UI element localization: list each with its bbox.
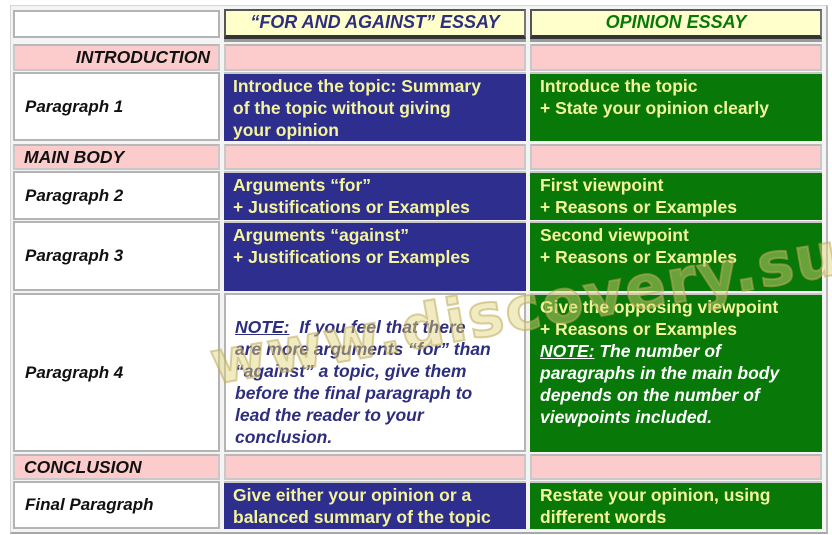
- text-line: “against” a topic, give them: [235, 361, 467, 381]
- row-label-final-paragraph: Final Paragraph: [13, 481, 220, 529]
- for-against-paragraph-2: Arguments “for” + Justifications or Exam…: [224, 171, 526, 220]
- text-line: Arguments “for”: [233, 175, 372, 195]
- text-line: Give the opposing viewpoint: [540, 297, 779, 317]
- text-line: + Reasons or Examples: [540, 197, 737, 217]
- text-line: + Reasons or Examples: [540, 247, 737, 267]
- section-conclusion-col2: [224, 454, 526, 480]
- text-line: If you feel that there: [299, 317, 466, 337]
- section-conclusion-col3: [530, 454, 822, 480]
- text-line: lead the reader to your: [235, 405, 424, 425]
- text-line: conclusion.: [235, 427, 333, 447]
- section-main-body: MAIN BODY: [13, 144, 220, 170]
- header-blank-cell: [13, 10, 220, 38]
- note-line-1: NOTE: If you feel that there: [235, 316, 516, 338]
- section-main-body-col2: [224, 144, 526, 170]
- row-label-paragraph-4: Paragraph 4: [13, 293, 220, 452]
- text-line: Introduce the topic: Summary: [233, 76, 481, 96]
- text-line: of the topic without giving: [233, 98, 451, 118]
- header-for-against-essay: “FOR AND AGAINST” ESSAY: [224, 9, 526, 39]
- for-against-final-paragraph: Give either your opinion or a balanced s…: [224, 481, 526, 529]
- opinion-paragraph-1: Introduce the topic + State your opinion…: [530, 72, 822, 141]
- text-line: different words: [540, 507, 667, 527]
- text-line: + Justifications or Examples: [233, 197, 470, 217]
- section-introduction: INTRODUCTION: [13, 44, 220, 71]
- text-line: Second viewpoint: [540, 225, 689, 245]
- note-line-1: NOTE: The number of: [540, 340, 812, 362]
- row-label-paragraph-1: Paragraph 1: [13, 72, 220, 141]
- text-line: + Reasons or Examples: [540, 319, 737, 339]
- text-line: depends on the number of: [540, 385, 760, 405]
- opinion-final-paragraph: Restate your opinion, using different wo…: [530, 481, 822, 529]
- header-opinion-essay: OPINION ESSAY: [530, 9, 822, 39]
- for-against-paragraph-4-note: NOTE: If you feel that there are more ar…: [224, 293, 526, 452]
- text-line: Restate your opinion, using: [540, 485, 771, 505]
- text-line: Introduce the topic: [540, 76, 698, 96]
- text-line: balanced summary of the topic: [233, 507, 491, 527]
- text-line: paragraphs in the main body: [540, 363, 780, 383]
- text-line: + Justifications or Examples: [233, 247, 470, 267]
- text-line: Arguments “against”: [233, 225, 409, 245]
- for-against-paragraph-3: Arguments “against” + Justifications or …: [224, 221, 526, 291]
- text-line: The number of: [599, 341, 721, 361]
- opinion-paragraph-4: Give the opposing viewpoint + Reasons or…: [530, 293, 822, 452]
- opinion-paragraph-2: First viewpoint + Reasons or Examples: [530, 171, 822, 220]
- for-against-paragraph-1: Introduce the topic: Summary of the topi…: [224, 72, 526, 141]
- row-label-paragraph-3: Paragraph 3: [13, 221, 220, 291]
- text-line: your opinion: [233, 120, 339, 140]
- text-line: First viewpoint: [540, 175, 664, 195]
- section-introduction-col2: [224, 44, 526, 71]
- section-conclusion: CONCLUSION: [13, 454, 220, 480]
- text-line: are more arguments “for” than: [235, 339, 491, 359]
- row-label-paragraph-2: Paragraph 2: [13, 171, 220, 220]
- note-prefix: NOTE:: [540, 341, 595, 361]
- text-line: Give either your opinion or a: [233, 485, 472, 505]
- section-introduction-col3: [530, 44, 822, 71]
- opinion-paragraph-3: Second viewpoint + Reasons or Examples: [530, 221, 822, 291]
- text-line: + State your opinion clearly: [540, 98, 770, 118]
- text-line: before the final paragraph to: [235, 383, 473, 403]
- text-line: viewpoints included.: [540, 407, 713, 427]
- section-main-body-col3: [530, 144, 822, 170]
- note-prefix: NOTE:: [235, 317, 290, 337]
